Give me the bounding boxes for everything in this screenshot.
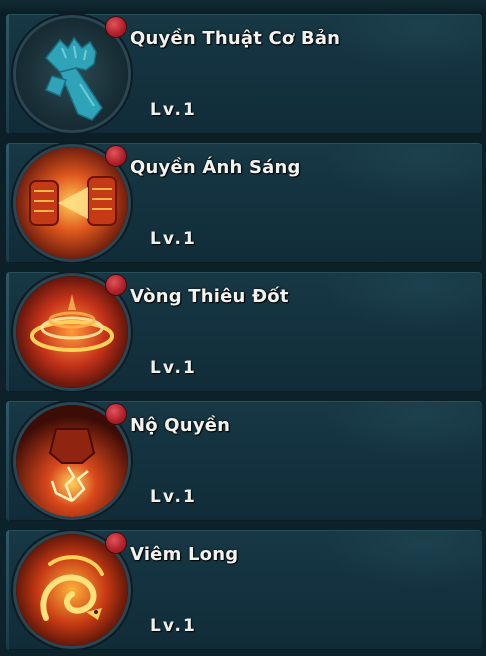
card-edge: [6, 530, 9, 650]
notification-dot: [106, 533, 126, 553]
skill-card-quyen-anh-sang[interactable]: Quyền Ánh Sáng Lv.1: [6, 143, 482, 263]
card-sheen: [322, 143, 482, 203]
card-edge: [6, 14, 9, 134]
skill-level: Lv.1: [150, 100, 197, 120]
skill-card-vong-thieu-dot[interactable]: Vòng Thiêu Đốt Lv.1: [6, 272, 482, 392]
card-edge: [6, 143, 9, 263]
list-top-edge: [0, 0, 486, 12]
skill-list: Quyền Thuật Cơ Bản Lv.1 Quyền Ánh Sáng L…: [0, 0, 486, 656]
card-sheen: [322, 272, 482, 332]
skill-name: Nộ Quyền: [130, 415, 231, 436]
skill-level: Lv.1: [150, 229, 197, 249]
skill-card-viem-long[interactable]: Viêm Long Lv.1: [6, 530, 482, 650]
skill-level: Lv.1: [150, 358, 197, 378]
card-edge: [6, 401, 9, 521]
card-sheen: [322, 401, 482, 461]
card-sheen: [322, 14, 482, 74]
skill-level: Lv.1: [150, 616, 197, 636]
skill-card-no-quyen[interactable]: Nộ Quyền Lv.1: [6, 401, 482, 521]
notification-dot: [106, 275, 126, 295]
skill-name: Viêm Long: [130, 544, 239, 565]
notification-dot: [106, 17, 126, 37]
skill-name: Quyền Thuật Cơ Bản: [130, 28, 341, 49]
skill-name: Quyền Ánh Sáng: [130, 157, 301, 178]
skill-level: Lv.1: [150, 487, 197, 507]
skill-card-quyen-thuat-co-ban[interactable]: Quyền Thuật Cơ Bản Lv.1: [6, 14, 482, 134]
card-edge: [6, 272, 9, 392]
skill-name: Vòng Thiêu Đốt: [130, 286, 289, 307]
card-sheen: [322, 530, 482, 590]
notification-dot: [106, 404, 126, 424]
notification-dot: [106, 146, 126, 166]
